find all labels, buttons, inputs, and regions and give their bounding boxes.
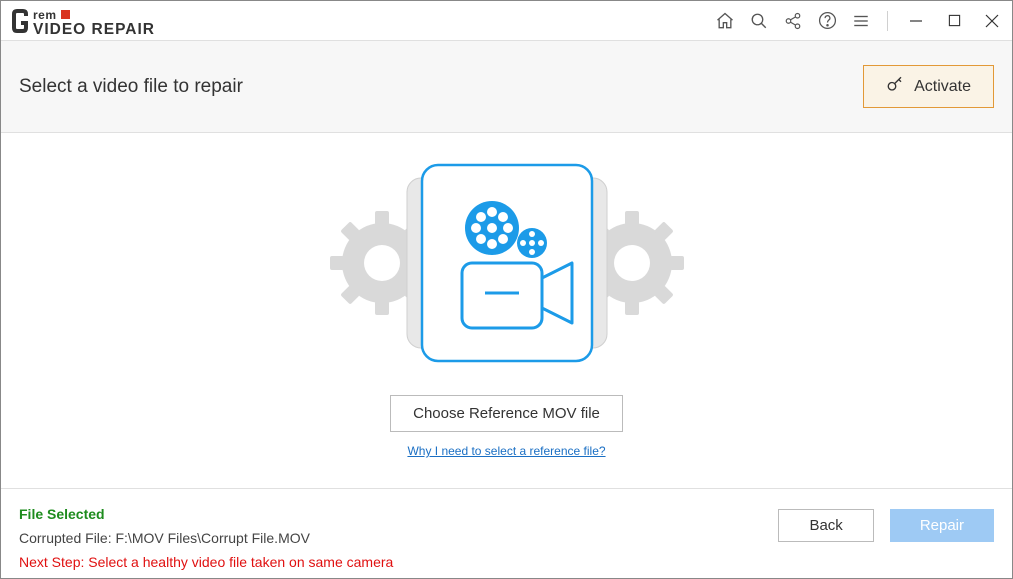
footer-info: File Selected Corrupted File: F:\MOV Fil… — [19, 503, 393, 574]
activate-label: Activate — [914, 78, 971, 96]
choose-reference-button[interactable]: Choose Reference MOV file — [390, 395, 623, 432]
close-button[interactable] — [978, 7, 1006, 35]
reference-help-link[interactable]: Why I need to select a reference file? — [407, 444, 605, 458]
activate-button[interactable]: Activate — [863, 65, 994, 108]
footer: File Selected Corrupted File: F:\MOV Fil… — [1, 488, 1012, 578]
main-content: Choose Reference MOV file Why I need to … — [1, 133, 1012, 488]
maximize-button[interactable] — [940, 7, 968, 35]
svg-text:rem: rem — [33, 8, 57, 22]
divider — [887, 11, 888, 31]
next-step-hint: Next Step: Select a healthy video file t… — [19, 551, 393, 575]
share-icon[interactable] — [781, 9, 805, 33]
repair-button[interactable]: Repair — [890, 509, 994, 542]
key-icon — [886, 75, 904, 98]
title-bar: rem VIDEO REPAIR — [1, 1, 1012, 41]
page-title: Select a video file to repair — [19, 76, 243, 98]
back-button[interactable]: Back — [778, 509, 873, 542]
search-icon[interactable] — [747, 9, 771, 33]
file-selected-label: File Selected — [19, 503, 393, 527]
corrupted-file-label: Corrupted File: — [19, 530, 115, 546]
corrupted-file-path: F:\MOV Files\Corrupt File.MOV — [115, 530, 309, 546]
svg-text:VIDEO REPAIR: VIDEO REPAIR — [33, 21, 155, 37]
corrupted-file-line: Corrupted File: F:\MOV Files\Corrupt Fil… — [19, 527, 393, 551]
menu-icon[interactable] — [849, 9, 873, 33]
video-illustration — [327, 163, 687, 363]
help-icon[interactable] — [815, 9, 839, 33]
home-icon[interactable] — [713, 9, 737, 33]
minimize-button[interactable] — [902, 7, 930, 35]
title-bar-actions — [713, 7, 1006, 35]
subheader: Select a video file to repair Activate — [1, 41, 1012, 133]
app-logo: rem VIDEO REPAIR — [11, 5, 191, 37]
footer-actions: Back Repair — [778, 509, 994, 542]
